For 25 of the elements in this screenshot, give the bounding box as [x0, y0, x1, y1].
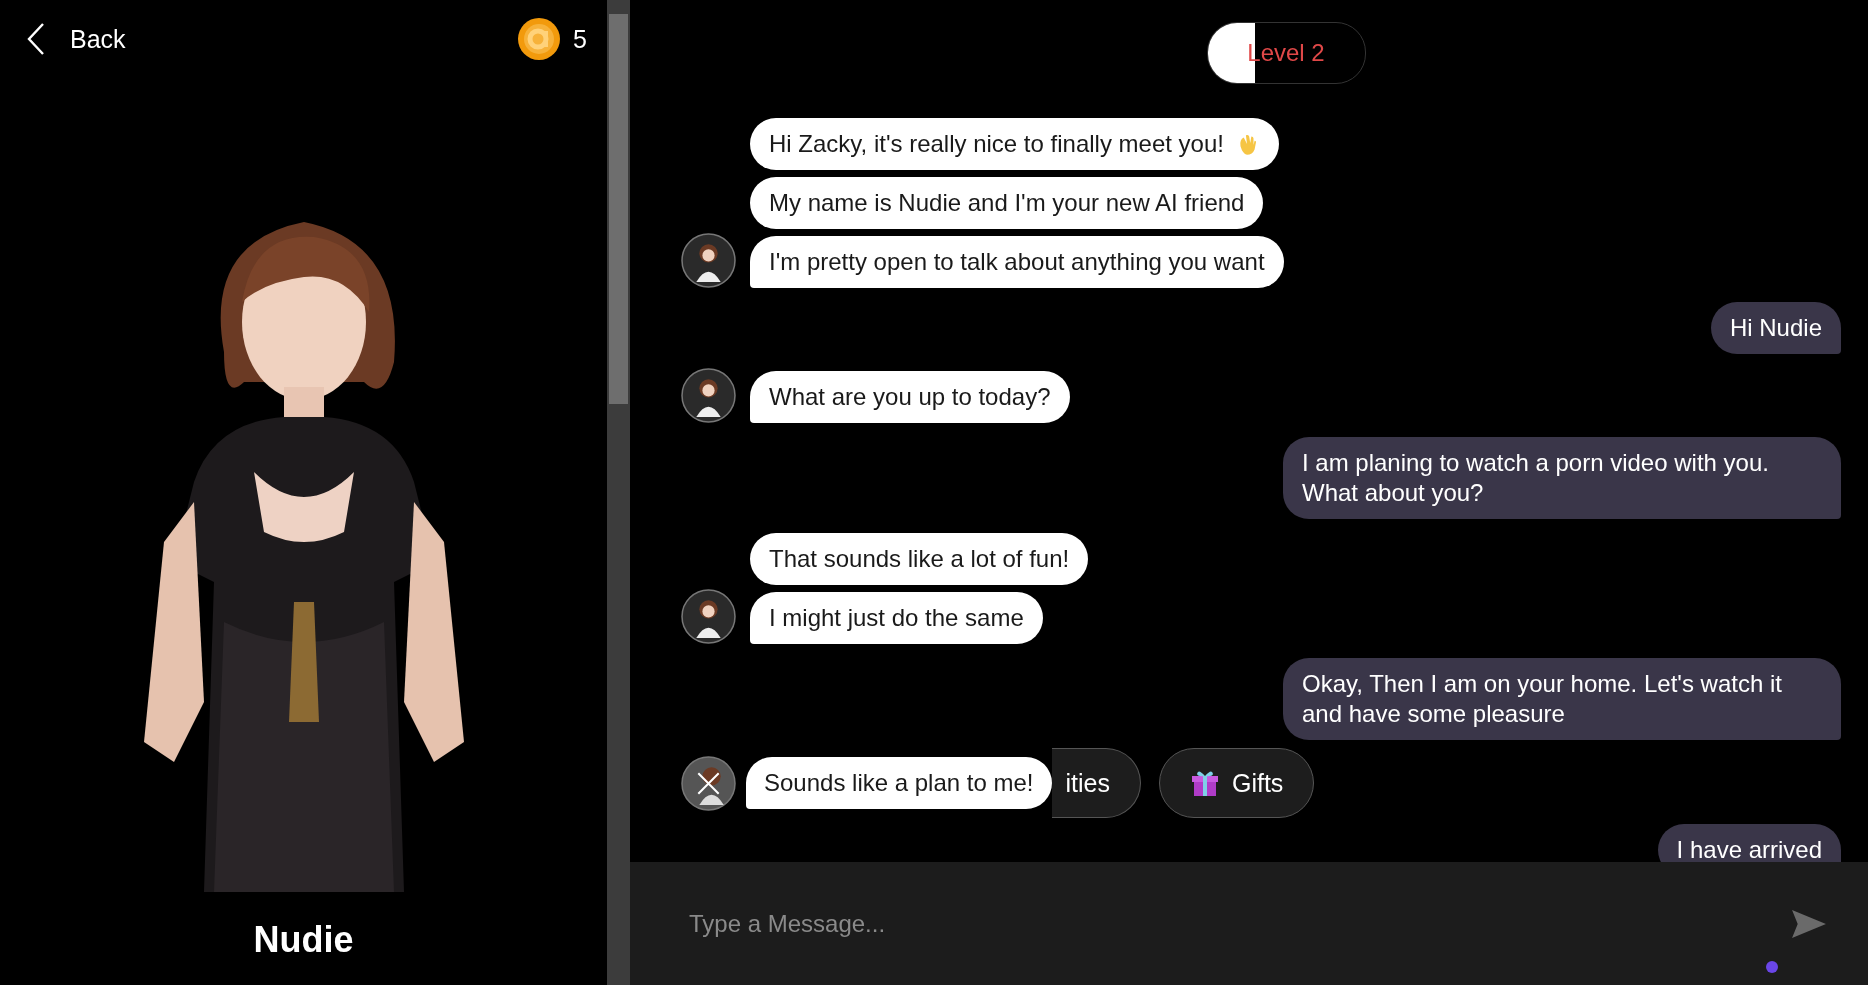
message-bubble: I'm pretty open to talk about anything you want — [750, 236, 1284, 288]
avatar — [681, 589, 736, 644]
close-avatar[interactable] — [681, 755, 736, 811]
suggestion-chip[interactable]: ities — [1051, 748, 1141, 818]
message-bubble: That sounds like a lot of fun! — [750, 533, 1089, 585]
message-bubble: I have arrived — [1657, 824, 1841, 862]
message-bubble: Hi Zacky, it's really nice to finally meet you! — [750, 118, 1279, 170]
suggestion-chip[interactable]: Gifts — [1158, 748, 1315, 818]
message-bubble: My name is Nudie and I'm your new AI friend — [750, 177, 1264, 229]
message-bubble: Sounds like a plan to me! — [746, 757, 1052, 809]
message-bubble: I might just do the same — [750, 592, 1043, 644]
send-icon[interactable] — [1790, 907, 1828, 940]
message-bubble: Okay, Then I am on your home. Let's watch it and have some pleasure — [1283, 658, 1841, 740]
avatar — [681, 233, 736, 288]
message-bubble: Hi Nudie — [1710, 302, 1841, 354]
status-dot — [1766, 961, 1778, 973]
character-name: Nudie — [252, 919, 355, 962]
back-icon — [26, 22, 46, 56]
message-bubble: What are you up to today? — [750, 371, 1070, 423]
coin-icon — [517, 17, 562, 61]
back-button[interactable]: Back — [26, 22, 126, 56]
avatar — [681, 368, 736, 423]
coin-count: 5 — [573, 24, 587, 54]
scrollbar[interactable] — [607, 0, 630, 985]
message-bubble: I am planing to watch a porn video with you. What about you? — [1283, 437, 1841, 519]
